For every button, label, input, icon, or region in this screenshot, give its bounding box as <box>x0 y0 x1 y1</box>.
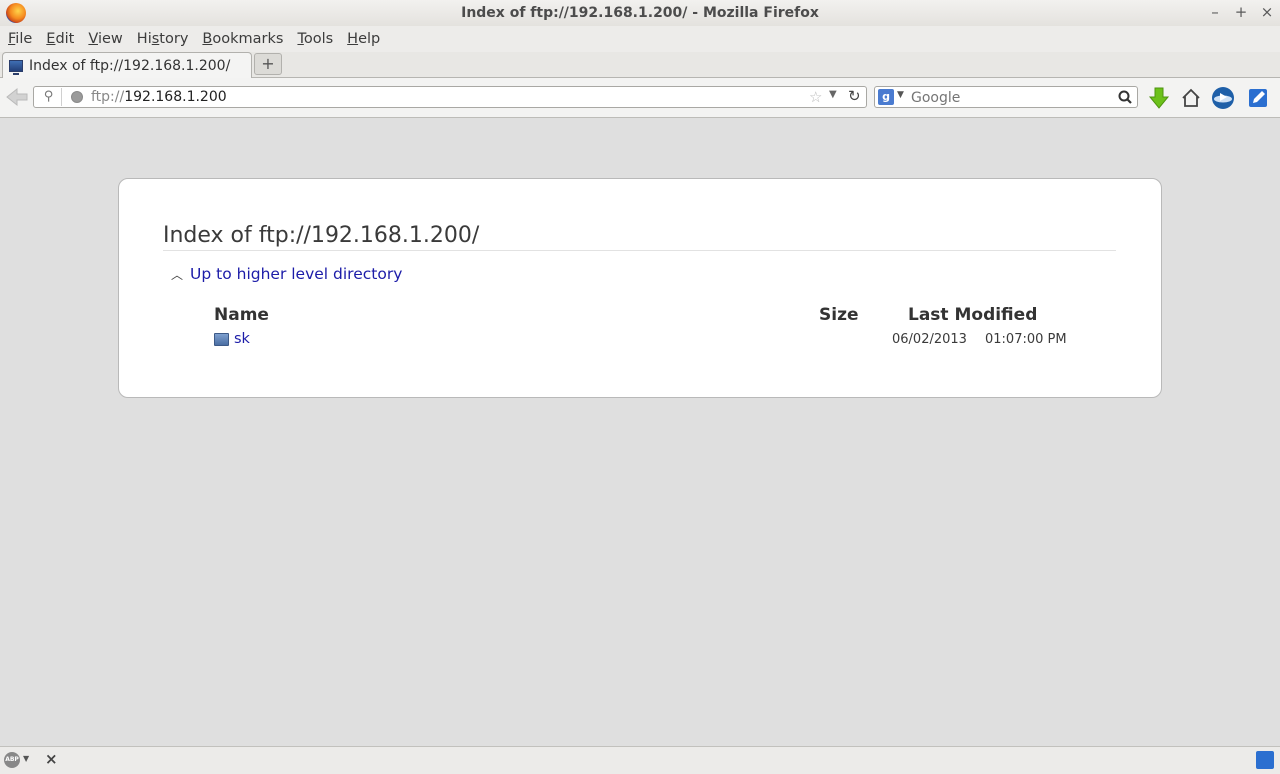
column-header-modified[interactable]: Last Modified <box>908 305 1037 325</box>
firefox-logo-icon <box>6 3 26 23</box>
maximize-button[interactable]: + <box>1234 3 1248 21</box>
page-title: Index of ftp://192.168.1.200/ <box>163 223 1116 251</box>
engine-dropdown-icon[interactable]: ▼ <box>897 90 904 100</box>
parent-directory-label: Up to higher level directory <box>190 265 403 283</box>
addon-player-icon[interactable] <box>1211 86 1235 110</box>
navigation-toolbar: ⚲ ftp://192.168.1.200 ☆ ▼ ↻ g ▼ <box>0 78 1280 118</box>
globe-icon <box>71 91 83 103</box>
back-button[interactable] <box>5 86 29 108</box>
google-engine-icon[interactable]: g <box>878 89 894 105</box>
chevron-up-icon: ︿ <box>171 267 184 282</box>
url-text[interactable]: ftp://192.168.1.200 <box>91 89 227 105</box>
tab-label: Index of ftp://192.168.1.200/ <box>29 58 231 74</box>
edit-pencil-icon[interactable] <box>1247 86 1271 110</box>
addon-bar: ABP ▼ × <box>0 746 1280 774</box>
file-date: 06/02/2013 <box>892 332 967 347</box>
adblock-icon[interactable]: ABP <box>4 752 20 768</box>
tab-active[interactable]: Index of ftp://192.168.1.200/ <box>2 52 252 79</box>
menu-view[interactable]: View <box>88 31 122 47</box>
column-header-size[interactable]: Size <box>819 305 859 325</box>
home-icon[interactable] <box>1179 86 1203 110</box>
menu-history[interactable]: History <box>137 31 189 47</box>
bookmark-star-icon[interactable]: ☆ <box>809 88 822 106</box>
back-arrow-icon <box>6 87 28 107</box>
window-title: Index of ftp://192.168.1.200/ - Mozilla … <box>461 5 819 21</box>
url-bar[interactable]: ⚲ ftp://192.168.1.200 ☆ ▼ ↻ <box>33 86 867 108</box>
column-header-name[interactable]: Name <box>214 305 269 325</box>
minimize-button[interactable]: – <box>1208 3 1222 21</box>
menu-edit[interactable]: Edit <box>46 31 74 47</box>
menu-bookmarks[interactable]: Bookmarks <box>202 31 283 47</box>
folder-icon <box>214 333 229 346</box>
menu-help[interactable]: Help <box>347 31 380 47</box>
menu-bar: File Edit View History Bookmarks Tools H… <box>0 26 1280 52</box>
menu-tools[interactable]: Tools <box>297 31 333 47</box>
new-tab-button[interactable]: + <box>254 53 282 75</box>
magnifier-icon[interactable] <box>1117 88 1133 106</box>
directory-listing: Index of ftp://192.168.1.200/ ︿ Up to hi… <box>118 178 1162 398</box>
window-controls: – + × <box>1208 3 1274 21</box>
window-titlebar: Index of ftp://192.168.1.200/ - Mozilla … <box>0 0 1280 26</box>
file-time: 01:07:00 PM <box>985 332 1067 347</box>
adblock-dropdown-icon[interactable]: ▼ <box>23 754 29 763</box>
close-button[interactable]: × <box>1260 3 1274 21</box>
identity-key-icon[interactable]: ⚲ <box>36 88 62 106</box>
tab-strip: Index of ftp://192.168.1.200/ + <box>0 52 1280 79</box>
download-arrow-icon[interactable] <box>1147 86 1171 110</box>
file-link[interactable]: sk <box>234 331 250 347</box>
menu-file[interactable]: File <box>8 31 32 47</box>
monitor-icon <box>9 60 23 75</box>
reload-icon[interactable]: ↻ <box>848 87 861 105</box>
search-bar: g ▼ <box>874 86 1138 108</box>
history-dropdown-icon[interactable]: ▼ <box>829 89 837 100</box>
page-content: Index of ftp://192.168.1.200/ ︿ Up to hi… <box>0 119 1280 746</box>
status-edit-icon[interactable] <box>1256 751 1274 769</box>
table-row: sk 06/02/2013 01:07:00 PM <box>214 331 1074 351</box>
close-addon-bar-button[interactable]: × <box>45 750 58 768</box>
search-input[interactable] <box>911 89 1111 107</box>
parent-directory-link[interactable]: ︿ Up to higher level directory <box>171 265 402 283</box>
